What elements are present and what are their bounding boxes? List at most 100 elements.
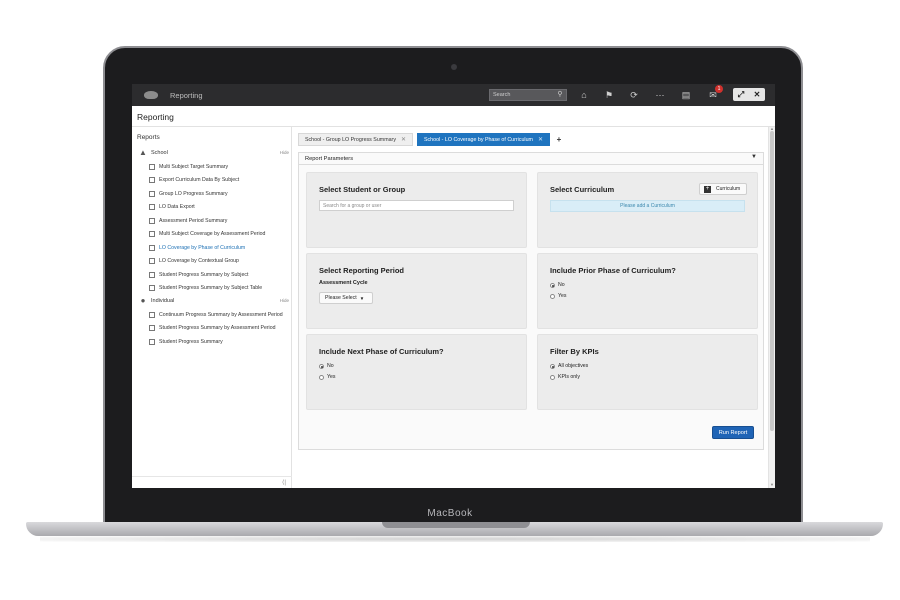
student-group-search-input[interactable] [319, 200, 514, 211]
hide-link[interactable]: Hide [280, 298, 289, 303]
sidebar-item[interactable]: Student Progress Summary [149, 337, 223, 346]
radio-button[interactable] [550, 374, 555, 380]
radio-label: All objectives [558, 363, 589, 369]
radio-option[interactable]: No [319, 363, 334, 369]
search-icon[interactable]: ⚲ [554, 90, 566, 100]
select-label: Please Select [325, 295, 357, 301]
scrollbar[interactable]: ▲ ▼ [768, 126, 775, 488]
radio-button[interactable] [550, 363, 555, 369]
report-parameters-header[interactable]: Report Parameters ▼ [299, 153, 763, 165]
sidebar-item[interactable]: Multi Subject Coverage by Assessment Per… [149, 229, 265, 238]
sidebar-item-label: LO Coverage by Contextual Group [159, 257, 239, 264]
radio-button[interactable] [319, 374, 324, 380]
sidebar-heading: Reports [137, 134, 160, 141]
refresh-icon[interactable]: ⟳ [628, 89, 640, 101]
scroll-thumb[interactable] [770, 131, 774, 431]
window-controls: ⤢ ✕ [733, 88, 765, 101]
report-parameters-panel: Report Parameters ▼ Select Student or Gr… [298, 152, 764, 450]
home-icon[interactable]: ⌂ [578, 89, 590, 101]
add-curriculum-button[interactable]: + Curriculum [699, 183, 747, 195]
report-icon [149, 217, 155, 224]
report-icon [149, 244, 155, 251]
close-tab-icon[interactable]: ✕ [538, 136, 543, 143]
report-icon [149, 324, 155, 331]
radio-option[interactable]: All objectives [550, 363, 588, 369]
card-title: Select Student or Group [319, 185, 406, 194]
prior-phase-card: Include Prior Phase of Curriculum? No Ye… [537, 253, 758, 329]
report-icon [149, 190, 155, 197]
card-title: Filter By KPIs [550, 347, 599, 356]
radio-label: No [327, 363, 334, 369]
sidebar-group-school[interactable]: ▲ School Hide [139, 148, 289, 157]
group-label: School [151, 149, 168, 156]
panel-title: Report Parameters [305, 155, 354, 162]
sidebar-item[interactable]: Multi Subject Target Summary [149, 162, 228, 171]
hide-link[interactable]: Hide [280, 150, 289, 155]
sidebar-item[interactable]: Continuum Progress Summary by Assessment… [149, 310, 283, 319]
scroll-down-icon[interactable]: ▼ [770, 482, 774, 487]
sidebar-item[interactable]: Assessment Period Summary [149, 216, 227, 225]
flag-icon[interactable]: ⚑ [603, 89, 615, 101]
sidebar-item-label: Multi Subject Target Summary [159, 163, 229, 170]
card-title: Include Prior Phase of Curriculum? [550, 266, 676, 275]
grid-icon[interactable]: ⋯ [654, 89, 666, 101]
sidebar-item[interactable]: Student Progress Summary by Assessment P… [149, 323, 275, 332]
sidebar-item-label: Group LO Progress Summary [159, 190, 228, 197]
radio-button[interactable] [550, 282, 555, 288]
close-tab-icon[interactable]: ✕ [401, 136, 406, 143]
radio-label: Yes [558, 293, 567, 299]
card-title: Select Curriculum [550, 185, 615, 194]
sidebar-item[interactable]: Export Curriculum Data By Subject [149, 175, 239, 184]
add-tab-button[interactable]: + [554, 133, 564, 146]
sidebar-item[interactable]: Group LO Progress Summary [149, 189, 228, 198]
sidebar-group-individual[interactable]: ● Individual Hide [139, 296, 289, 305]
chevron-down-icon[interactable]: ▼ [751, 154, 757, 160]
collapse-sidebar-icon[interactable]: ⟨| [282, 479, 286, 486]
chat-icon[interactable]: ✉ 1 [707, 85, 723, 101]
sidebar-item-label: Multi Subject Coverage by Assessment Per… [159, 230, 266, 237]
top-navbar: Reporting ⚲ ⌂ ⚑ ⟳ ⋯ ▤ ✉ 1 ⤢ ✕ [132, 84, 775, 106]
tab-group-lo-progress[interactable]: School - Group LO Progress Summary ✕ [298, 133, 413, 146]
radio-option[interactable]: Yes [550, 293, 566, 299]
radio-option[interactable]: KPIs only [550, 374, 580, 380]
plus-icon: + [704, 185, 711, 193]
radio-button[interactable] [550, 293, 555, 299]
page-title: Reporting [137, 112, 174, 122]
tab-label: School - LO Coverage by Phase of Curricu… [424, 136, 533, 143]
radio-label: Yes [327, 374, 336, 380]
expand-icon[interactable]: ⤢ [733, 88, 749, 101]
search-input[interactable] [490, 90, 554, 100]
sidebar-item[interactable]: Student Progress Summary by Subject [149, 270, 248, 279]
assessment-cycle-select[interactable]: Please Select ▼ [319, 292, 373, 304]
school-icon: ▲ [139, 147, 147, 157]
close-icon[interactable]: ✕ [749, 88, 765, 101]
report-icon [149, 338, 155, 345]
sidebar-item-label: Assessment Period Summary [159, 217, 228, 224]
caret-down-icon: ▼ [359, 295, 365, 301]
base-shadow [40, 536, 870, 542]
sidebar-item[interactable]: Student Progress Summary by Subject Tabl… [149, 283, 262, 292]
tab-label: School - Group LO Progress Summary [305, 136, 396, 143]
radio-option[interactable]: Yes [319, 374, 335, 380]
brand-label: MacBook [427, 508, 473, 519]
tab-lo-coverage[interactable]: School - LO Coverage by Phase of Curricu… [417, 133, 550, 146]
divider [132, 476, 292, 477]
report-icon [149, 230, 155, 237]
radio-button[interactable] [319, 363, 324, 369]
app-name: Reporting [170, 90, 203, 100]
sidebar-item-label: Student Progress Summary by Subject Tabl… [159, 284, 263, 291]
radio-option[interactable]: No [550, 282, 565, 288]
sidebar-item-active[interactable]: LO Coverage by Phase of Curriculum [149, 243, 245, 252]
document-icon[interactable]: ▤ [680, 89, 692, 101]
report-icon [149, 163, 155, 170]
sidebar-item[interactable]: LO Data Export [149, 202, 195, 211]
app-logo-icon[interactable] [144, 91, 158, 99]
report-tabs: School - Group LO Progress Summary ✕ Sch… [298, 133, 564, 146]
screen: Reporting ⚲ ⌂ ⚑ ⟳ ⋯ ▤ ✉ 1 ⤢ ✕ Reporting … [132, 84, 775, 488]
camera [451, 64, 457, 70]
curriculum-info-alert: Please add a Curriculum [550, 200, 745, 212]
run-report-button[interactable]: Run Report [712, 426, 754, 439]
reporting-period-card: Select Reporting Period Assessment Cycle… [306, 253, 527, 329]
sidebar-item[interactable]: LO Coverage by Contextual Group [149, 256, 239, 265]
main-content: School - Group LO Progress Summary ✕ Sch… [293, 126, 775, 488]
